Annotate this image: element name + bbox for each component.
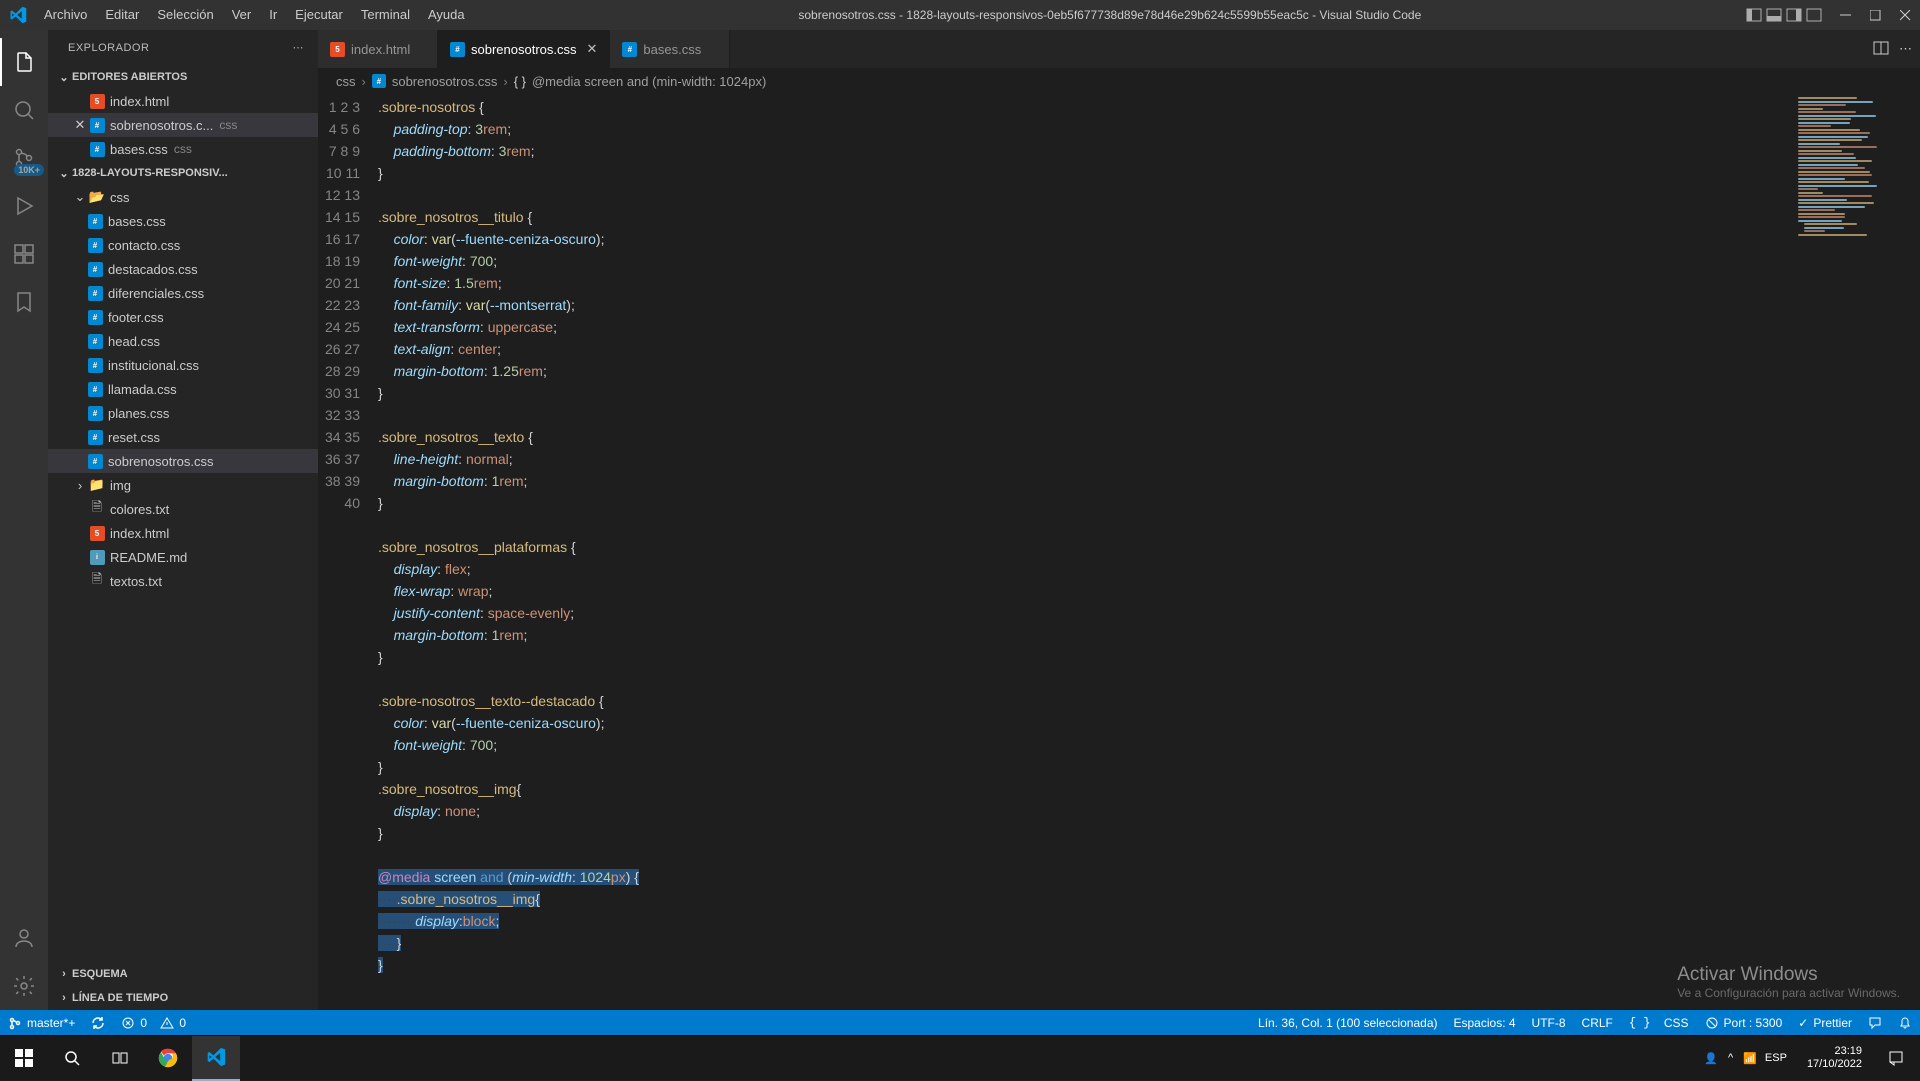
timeline-section[interactable]: ›LÍNEA DE TIEMPO: [48, 986, 318, 1010]
file-item[interactable]: #planes.css: [48, 401, 318, 425]
open-editor-item[interactable]: #bases.csscss: [48, 137, 318, 161]
sidebar-more-icon[interactable]: ⋯: [293, 41, 305, 54]
menu-ver[interactable]: Ver: [223, 0, 261, 30]
bookmark-icon[interactable]: [0, 278, 48, 326]
file-item[interactable]: 🗎colores.txt: [48, 497, 318, 521]
account-icon[interactable]: [0, 914, 48, 962]
sb-encoding[interactable]: UTF-8: [1524, 1016, 1574, 1030]
tab-index-html[interactable]: 5index.html: [318, 30, 438, 68]
taskbar-search-icon[interactable]: [48, 1036, 96, 1081]
menu-ir[interactable]: Ir: [260, 0, 286, 30]
code-editor[interactable]: 1 2 3 4 5 6 7 8 9 10 11 12 13 14 15 16 1…: [318, 94, 1920, 1010]
maximize-button[interactable]: [1860, 0, 1890, 30]
folder-css[interactable]: ⌄📂css: [48, 185, 318, 209]
sb-cursor[interactable]: Lín. 36, Col. 1 (100 seleccionada): [1250, 1016, 1445, 1030]
windows-taskbar: 👤 ^ 📶 ESP 23:19 17/10/2022: [0, 1035, 1920, 1080]
file-item[interactable]: #reset.css: [48, 425, 318, 449]
sb-sync[interactable]: [83, 1016, 113, 1030]
sb-problems[interactable]: 0 0: [113, 1016, 194, 1030]
project-tree: ⌄📂css #bases.css #contacto.css #destacad…: [48, 185, 318, 593]
file-item[interactable]: 🗎textos.txt: [48, 569, 318, 593]
outline-section[interactable]: ›ESQUEMA: [48, 962, 318, 986]
open-editor-item[interactable]: ✕#sobrenosotros.c...css: [48, 113, 318, 137]
task-view-icon[interactable]: [96, 1036, 144, 1081]
file-item[interactable]: #llamada.css: [48, 377, 318, 401]
notifications-icon[interactable]: [1872, 1036, 1920, 1081]
file-item[interactable]: 5index.html: [48, 521, 318, 545]
sb-lang[interactable]: { } CSS: [1621, 1016, 1697, 1030]
sb-feedback[interactable]: [1860, 1016, 1890, 1030]
activity-bar: 10K+: [0, 30, 48, 1010]
menu-bar: Archivo Editar Selección Ver Ir Ejecutar…: [35, 0, 474, 30]
menu-terminal[interactable]: Terminal: [352, 0, 419, 30]
file-item[interactable]: #contacto.css: [48, 233, 318, 257]
language-indicator[interactable]: ESP: [1765, 1052, 1787, 1064]
file-item[interactable]: #destacados.css: [48, 257, 318, 281]
tray-chevron-icon[interactable]: ^: [1728, 1052, 1733, 1064]
minimize-button[interactable]: [1830, 0, 1860, 30]
tab-bases-css[interactable]: #bases.css: [610, 30, 730, 68]
source-control-icon[interactable]: 10K+: [0, 134, 48, 182]
windows-watermark: Activar Windows Ve a Configuración para …: [1677, 964, 1900, 1000]
editor-tabs: 5index.html #sobrenosotros.css✕ #bases.c…: [318, 30, 1920, 68]
sb-branch[interactable]: master*+: [0, 1016, 83, 1030]
open-editors-section[interactable]: ⌄EDITORES ABIERTOS: [48, 65, 318, 89]
more-actions-icon[interactable]: ⋯: [1899, 41, 1912, 57]
system-tray[interactable]: 👤 ^ 📶 ESP: [1694, 1052, 1797, 1065]
file-item[interactable]: #diferenciales.css: [48, 281, 318, 305]
explorer-icon[interactable]: [0, 38, 48, 86]
sb-bell[interactable]: [1890, 1016, 1920, 1030]
file-item[interactable]: iREADME.md: [48, 545, 318, 569]
title-bar: Archivo Editar Selección Ver Ir Ejecutar…: [0, 0, 1920, 30]
file-item[interactable]: #head.css: [48, 329, 318, 353]
tab-sobrenosotros[interactable]: #sobrenosotros.css✕: [438, 30, 610, 68]
file-item[interactable]: #institucional.css: [48, 353, 318, 377]
sb-eol[interactable]: CRLF: [1574, 1016, 1621, 1030]
menu-ejecutar[interactable]: Ejecutar: [286, 0, 352, 30]
vscode-logo-icon: [0, 6, 35, 24]
open-editor-item[interactable]: 5index.html: [48, 89, 318, 113]
menu-seleccion[interactable]: Selección: [148, 0, 222, 30]
taskbar-clock[interactable]: 23:19 17/10/2022: [1797, 1045, 1872, 1071]
close-icon[interactable]: ✕: [587, 41, 598, 57]
sidebar-title: EXPLORADOR: [68, 42, 149, 54]
project-section[interactable]: ⌄1828-LAYOUTS-RESPONSIV...: [48, 161, 318, 185]
layout-controls[interactable]: [1746, 7, 1822, 23]
open-editors-tree: 5index.html ✕#sobrenosotros.c...css #bas…: [48, 89, 318, 161]
menu-ayuda[interactable]: Ayuda: [419, 0, 474, 30]
chrome-icon[interactable]: [144, 1036, 192, 1081]
people-icon[interactable]: 👤: [1704, 1052, 1718, 1065]
menu-editar[interactable]: Editar: [96, 0, 148, 30]
explorer-sidebar: EXPLORADOR ⋯ ⌄EDITORES ABIERTOS 5index.h…: [48, 30, 318, 1010]
run-debug-icon[interactable]: [0, 182, 48, 230]
close-button[interactable]: [1890, 0, 1920, 30]
breadcrumbs[interactable]: css› #sobrenosotros.css› { }@media scree…: [318, 68, 1920, 94]
folder-img[interactable]: ›📁img: [48, 473, 318, 497]
window-title: sobrenosotros.css - 1828-layouts-respons…: [474, 8, 1746, 22]
vscode-taskbar-icon[interactable]: [192, 1036, 240, 1081]
file-item[interactable]: #bases.css: [48, 209, 318, 233]
editor-area: 5index.html #sobrenosotros.css✕ #bases.c…: [318, 30, 1920, 1010]
file-item[interactable]: #sobrenosotros.css: [48, 449, 318, 473]
sb-spaces[interactable]: Espacios: 4: [1446, 1016, 1524, 1030]
wifi-icon[interactable]: 📶: [1743, 1052, 1755, 1065]
status-bar: master*+ 0 0 Lín. 36, Col. 1 (100 selecc…: [0, 1010, 1920, 1035]
menu-archivo[interactable]: Archivo: [35, 0, 96, 30]
start-button[interactable]: [0, 1036, 48, 1081]
extensions-icon[interactable]: [0, 230, 48, 278]
scm-badge: 10K+: [14, 164, 44, 176]
search-icon[interactable]: [0, 86, 48, 134]
settings-gear-icon[interactable]: [0, 962, 48, 1010]
sb-port[interactable]: Port : 5300: [1697, 1016, 1791, 1030]
sb-prettier[interactable]: ✓ Prettier: [1790, 1016, 1860, 1030]
file-item[interactable]: #footer.css: [48, 305, 318, 329]
split-editor-icon[interactable]: [1873, 40, 1889, 59]
